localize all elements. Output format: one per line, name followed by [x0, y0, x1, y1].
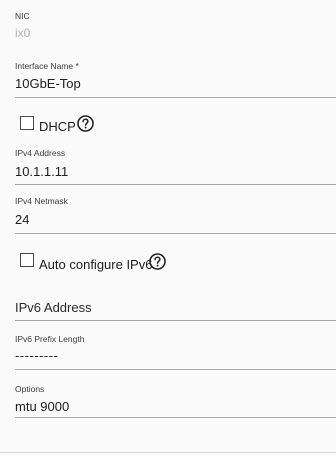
ipv6-prefix-select[interactable]: --------- — [15, 348, 58, 363]
interface-name-label: Interface Name * — [15, 61, 79, 71]
ipv4-netmask-underline — [15, 233, 336, 234]
dhcp-label[interactable]: DHCP — [39, 119, 76, 134]
dhcp-checkbox[interactable] — [20, 116, 34, 130]
ipv4-address-input[interactable]: 10.1.1.11 — [15, 164, 68, 179]
options-label: Options — [15, 384, 45, 394]
ipv6-prefix-underline — [15, 369, 336, 370]
ipv4-netmask-input[interactable]: 24 — [15, 212, 29, 227]
bottom-divider — [0, 452, 336, 453]
help-icon[interactable] — [77, 115, 94, 132]
ipv6-prefix-label: IPv6 Prefix Length — [15, 334, 85, 344]
nic-value: ix0 — [15, 26, 31, 40]
ipv6-address-placeholder[interactable]: IPv6 Address — [15, 300, 92, 315]
interface-name-underline — [15, 97, 336, 98]
interface-name-input[interactable]: 10GbE-Top — [15, 76, 81, 91]
options-underline — [15, 417, 336, 418]
ipv6-address-underline — [15, 320, 336, 321]
options-input[interactable]: mtu 9000 — [15, 399, 69, 414]
auto-ipv6-checkbox[interactable] — [20, 253, 34, 267]
ipv4-address-underline — [15, 184, 336, 185]
nic-label: NIC — [15, 11, 30, 21]
ipv4-netmask-label: IPv4 Netmask — [15, 196, 68, 206]
auto-ipv6-label[interactable]: Auto configure IPv6 — [39, 257, 152, 272]
ipv4-address-label: IPv4 Address — [15, 148, 66, 158]
help-icon[interactable] — [149, 253, 166, 270]
